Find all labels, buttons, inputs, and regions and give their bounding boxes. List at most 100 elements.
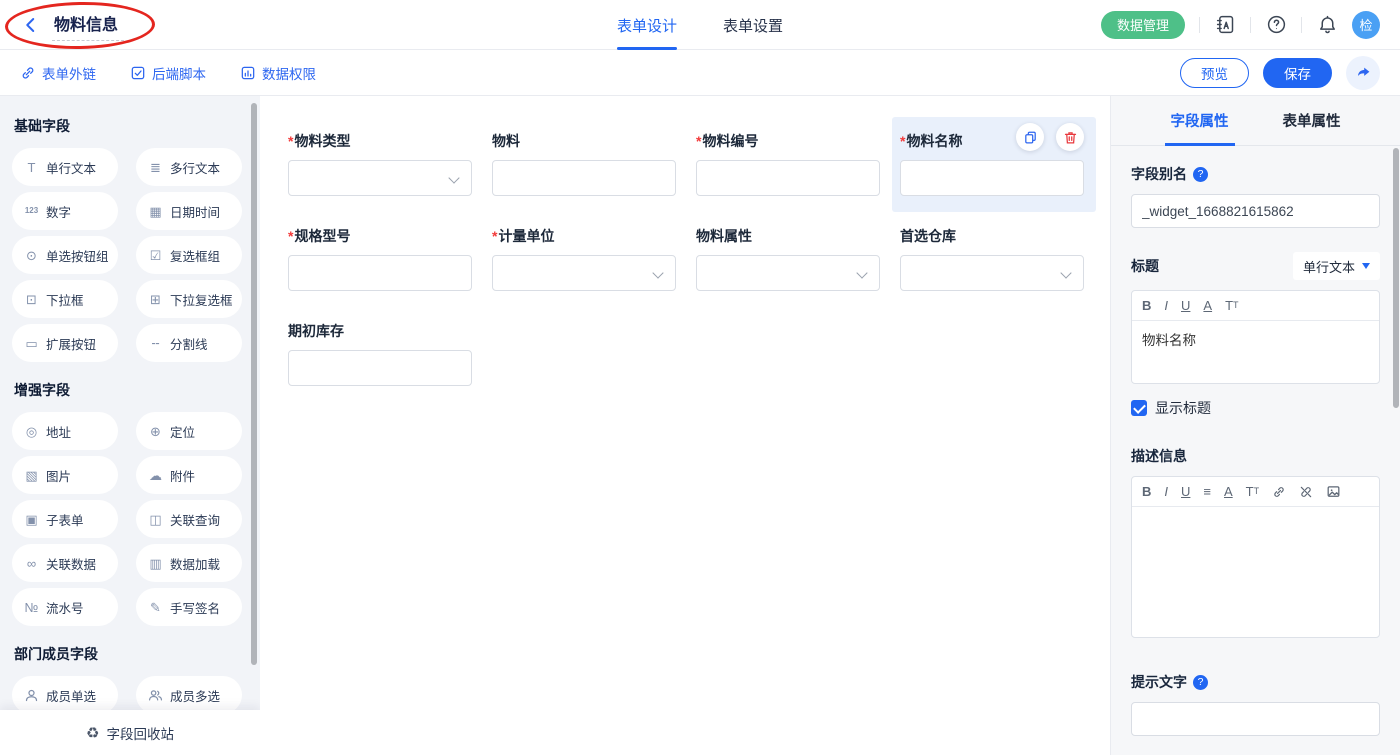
field-label: *物料类型 bbox=[288, 131, 472, 151]
italic-icon[interactable]: I bbox=[1164, 299, 1168, 312]
form-field-首选仓库[interactable]: 首选仓库 bbox=[892, 212, 1096, 307]
save-button[interactable]: 保存 bbox=[1263, 58, 1332, 88]
italic-icon[interactable]: I bbox=[1164, 485, 1168, 498]
link-icon[interactable] bbox=[1272, 485, 1286, 499]
delete-field-button[interactable] bbox=[1056, 123, 1084, 151]
toolbar-link-后端脚本[interactable]: 后端脚本 bbox=[130, 63, 206, 83]
title-type-value: 单行文本 bbox=[1303, 257, 1355, 276]
field-label: *计量单位 bbox=[492, 226, 676, 246]
field-select[interactable] bbox=[492, 255, 676, 291]
toolbar-link-表单外链[interactable]: 表单外链 bbox=[20, 63, 96, 83]
alias-input[interactable] bbox=[1131, 194, 1380, 228]
field-input[interactable] bbox=[696, 160, 880, 196]
title-type-dropdown[interactable]: 单行文本 bbox=[1293, 252, 1380, 280]
color-icon[interactable]: A bbox=[1203, 299, 1212, 312]
related-data-icon: ∞ bbox=[23, 557, 40, 570]
single-line-text-icon: T bbox=[23, 161, 40, 174]
bold-icon[interactable]: B bbox=[1142, 299, 1151, 312]
sidebar-item-member-single[interactable]: 成员单选 bbox=[12, 676, 118, 714]
form-field-计量单位[interactable]: *计量单位 bbox=[484, 212, 688, 307]
form-field-物料属性[interactable]: 物料属性 bbox=[688, 212, 892, 307]
sidebar-item-single-line-text[interactable]: T单行文本 bbox=[12, 148, 118, 186]
hint-input[interactable] bbox=[1131, 702, 1380, 736]
address-book-icon[interactable] bbox=[1214, 14, 1236, 36]
show-title-checkbox-row[interactable]: 显示标题 bbox=[1131, 398, 1380, 418]
fontsize-icon[interactable]: TT bbox=[1225, 299, 1238, 312]
sidebar-item-related-data[interactable]: ∞关联数据 bbox=[12, 544, 118, 582]
sidebar-item-radio-group[interactable]: ⊙单选按钮组 bbox=[12, 236, 118, 274]
form-field-期初库存[interactable]: 期初库存 bbox=[280, 307, 484, 402]
field-label: 物料 bbox=[492, 131, 676, 151]
sidebar-item-related-query[interactable]: ◫关联查询 bbox=[136, 500, 242, 538]
fontsize-icon[interactable]: TT bbox=[1246, 485, 1259, 498]
field-recycle-bin-button[interactable]: ♻ 字段回收站 bbox=[0, 710, 260, 755]
alias-help-icon[interactable]: ? bbox=[1193, 167, 1208, 182]
color-icon[interactable]: A bbox=[1224, 485, 1233, 498]
toolbar-link-数据权限[interactable]: 数据权限 bbox=[240, 63, 316, 83]
sidebar-scrollbar[interactable] bbox=[251, 103, 257, 665]
field-select[interactable] bbox=[288, 160, 472, 196]
panel-tab-字段属性[interactable]: 字段属性 bbox=[1171, 96, 1229, 146]
required-asterisk: * bbox=[288, 228, 293, 244]
form-title[interactable]: 物料信息 bbox=[52, 9, 124, 41]
panel-scrollbar[interactable] bbox=[1393, 148, 1399, 408]
field-input[interactable] bbox=[288, 350, 472, 386]
field-select[interactable] bbox=[696, 255, 880, 291]
sidebar-group-title: 增强字段 bbox=[14, 380, 260, 400]
form-field-物料[interactable]: 物料 bbox=[484, 117, 688, 212]
sidebar-item-subform[interactable]: ▣子表单 bbox=[12, 500, 118, 538]
underline-icon[interactable]: U bbox=[1181, 485, 1190, 498]
image-icon[interactable] bbox=[1326, 484, 1341, 499]
field-input[interactable] bbox=[900, 160, 1084, 196]
share-button[interactable] bbox=[1346, 56, 1380, 90]
sidebar-item-datetime[interactable]: ▦日期时间 bbox=[136, 192, 242, 230]
show-title-checkbox[interactable] bbox=[1131, 400, 1147, 416]
form-field-物料类型[interactable]: *物料类型 bbox=[280, 117, 484, 212]
sidebar-item-serial-number[interactable]: №流水号 bbox=[12, 588, 118, 626]
header-tab-表单设计[interactable]: 表单设计 bbox=[617, 0, 677, 50]
sidebar-item-divider[interactable]: ╌分割线 bbox=[136, 324, 242, 362]
show-title-label: 显示标题 bbox=[1155, 398, 1211, 418]
field-input[interactable] bbox=[492, 160, 676, 196]
sidebar-item-address[interactable]: ◎地址 bbox=[12, 412, 118, 450]
copy-field-button[interactable] bbox=[1016, 123, 1044, 151]
sidebar-item-location[interactable]: ⊕定位 bbox=[136, 412, 242, 450]
form-field-物料名称[interactable]: *物料名称 bbox=[892, 117, 1096, 212]
sidebar-item-dropdown[interactable]: ⊡下拉框 bbox=[12, 280, 118, 318]
user-avatar[interactable]: 检 bbox=[1352, 11, 1380, 39]
form-field-规格型号[interactable]: *规格型号 bbox=[280, 212, 484, 307]
sidebar-item-data-load[interactable]: ▥数据加载 bbox=[136, 544, 242, 582]
sidebar-item-extend-button[interactable]: ▭扩展按钮 bbox=[12, 324, 118, 362]
header-tab-表单设置[interactable]: 表单设置 bbox=[723, 0, 783, 50]
field-select[interactable] bbox=[900, 255, 1084, 291]
sidebar-item-number[interactable]: 123数字 bbox=[12, 192, 118, 230]
preview-button[interactable]: 预览 bbox=[1180, 58, 1249, 88]
sidebar-item-dropdown-multiselect[interactable]: ⊞下拉复选框 bbox=[136, 280, 242, 318]
hint-help-icon[interactable]: ? bbox=[1193, 675, 1208, 690]
sidebar-item-attachment[interactable]: ☁附件 bbox=[136, 456, 242, 494]
unlink-icon[interactable] bbox=[1299, 485, 1313, 499]
title-editor-content[interactable]: 物料名称 bbox=[1132, 321, 1379, 383]
help-icon[interactable] bbox=[1265, 14, 1287, 36]
radio-group-icon: ⊙ bbox=[23, 249, 40, 262]
data-manage-button[interactable]: 数据管理 bbox=[1101, 11, 1185, 39]
field-label: 首选仓库 bbox=[900, 226, 1084, 246]
sidebar-item-image[interactable]: ▧图片 bbox=[12, 456, 118, 494]
panel-tab-表单属性[interactable]: 表单属性 bbox=[1283, 96, 1341, 146]
form-field-物料编号[interactable]: *物料编号 bbox=[688, 117, 892, 212]
bell-icon[interactable] bbox=[1316, 14, 1338, 36]
form-design-canvas[interactable]: *物料类型物料 *物料编号*物料名称 *规格型号 *计量单位物料属性首选仓库期初库存 bbox=[260, 96, 1110, 755]
description-editor-content[interactable] bbox=[1132, 507, 1379, 637]
sidebar-item-member-multi[interactable]: 成员多选 bbox=[136, 676, 242, 714]
sidebar-item-multi-line-text[interactable]: ≣多行文本 bbox=[136, 148, 242, 186]
underline-icon[interactable]: U bbox=[1181, 299, 1190, 312]
field-input[interactable] bbox=[288, 255, 472, 291]
properties-panel: 字段属性表单属性 字段别名 ? 标题 单行文本 BIUATT 物料名称 显示标题 bbox=[1110, 96, 1400, 755]
sidebar-item-signature[interactable]: ✎手写签名 bbox=[136, 588, 242, 626]
required-asterisk: * bbox=[696, 133, 701, 149]
datetime-icon: ▦ bbox=[147, 205, 164, 218]
bold-icon[interactable]: B bbox=[1142, 485, 1151, 498]
align-icon[interactable]: ≡ bbox=[1203, 485, 1211, 498]
sidebar-item-checkbox-group[interactable]: ☑复选框组 bbox=[136, 236, 242, 274]
back-button[interactable] bbox=[20, 14, 42, 36]
